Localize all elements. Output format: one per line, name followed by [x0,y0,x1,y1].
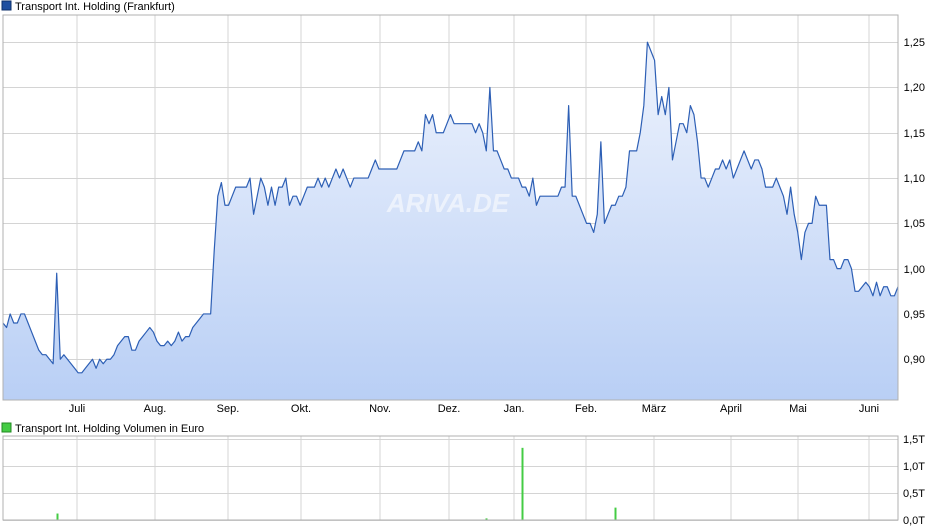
price-legend-swatch [1,0,12,11]
month-label: Mai [789,403,807,415]
price-y-tick-label: 1,20 [904,82,925,94]
volume-y-tick-label: 0,5T [903,488,925,500]
price-y-tick-label: 0,95 [904,309,925,321]
volume-bar [614,507,617,520]
month-label: Sep. [217,403,240,415]
month-axis: Juli Aug. Sep. Okt. Nov. Dez. Jan. Feb. März Apri… [69,403,879,415]
month-label: Nov. [369,403,391,415]
volume-y-tick-label: 0,0T [903,515,925,526]
price-y-tick-label: 1,15 [904,128,925,140]
volume-y-tick-label: 1,0T [903,461,925,473]
volume-y-axis: 0,0T 0,5T 1,0T 1,5T [903,434,925,526]
stock-chart: Transport Int. Holding (Frankfurt) ARIVA… [1,0,925,526]
volume-y-tick-label: 1,5T [903,434,925,446]
volume-gridlines [3,436,898,521]
volume-legend-swatch [1,422,12,433]
price-y-tick-label: 1,05 [904,218,925,230]
price-y-tick-label: 1,25 [904,37,925,49]
volume-bar [521,447,524,520]
month-label: Jan. [504,403,525,415]
month-label: Juni [859,403,879,415]
price-y-tick-label: 0,90 [904,354,925,366]
month-label: Dez. [438,403,461,415]
price-y-axis: 0,90 0,95 1,00 1,05 1,10 1,15 1,20 1,25 [904,37,925,366]
price-y-tick-label: 1,10 [904,173,925,185]
watermark: ARIVA.DE [386,188,510,218]
price-chart: Transport Int. Holding (Frankfurt) ARIVA… [1,0,925,415]
volume-frame [2,435,899,521]
volume-legend-label: Transport Int. Holding Volumen in Euro [15,423,204,435]
month-label: Okt. [291,403,311,415]
price-y-tick-label: 1,00 [904,264,925,276]
month-label: Aug. [144,403,167,415]
price-legend-label: Transport Int. Holding (Frankfurt) [15,1,175,13]
month-label: April [720,403,742,415]
volume-bar [56,513,59,520]
volume-bars [56,447,617,520]
month-label: Juli [69,403,86,415]
price-area [3,41,898,400]
volume-chart: Transport Int. Holding Volumen in Euro 0… [1,422,925,526]
month-label: März [642,403,666,415]
month-label: Feb. [575,403,597,415]
